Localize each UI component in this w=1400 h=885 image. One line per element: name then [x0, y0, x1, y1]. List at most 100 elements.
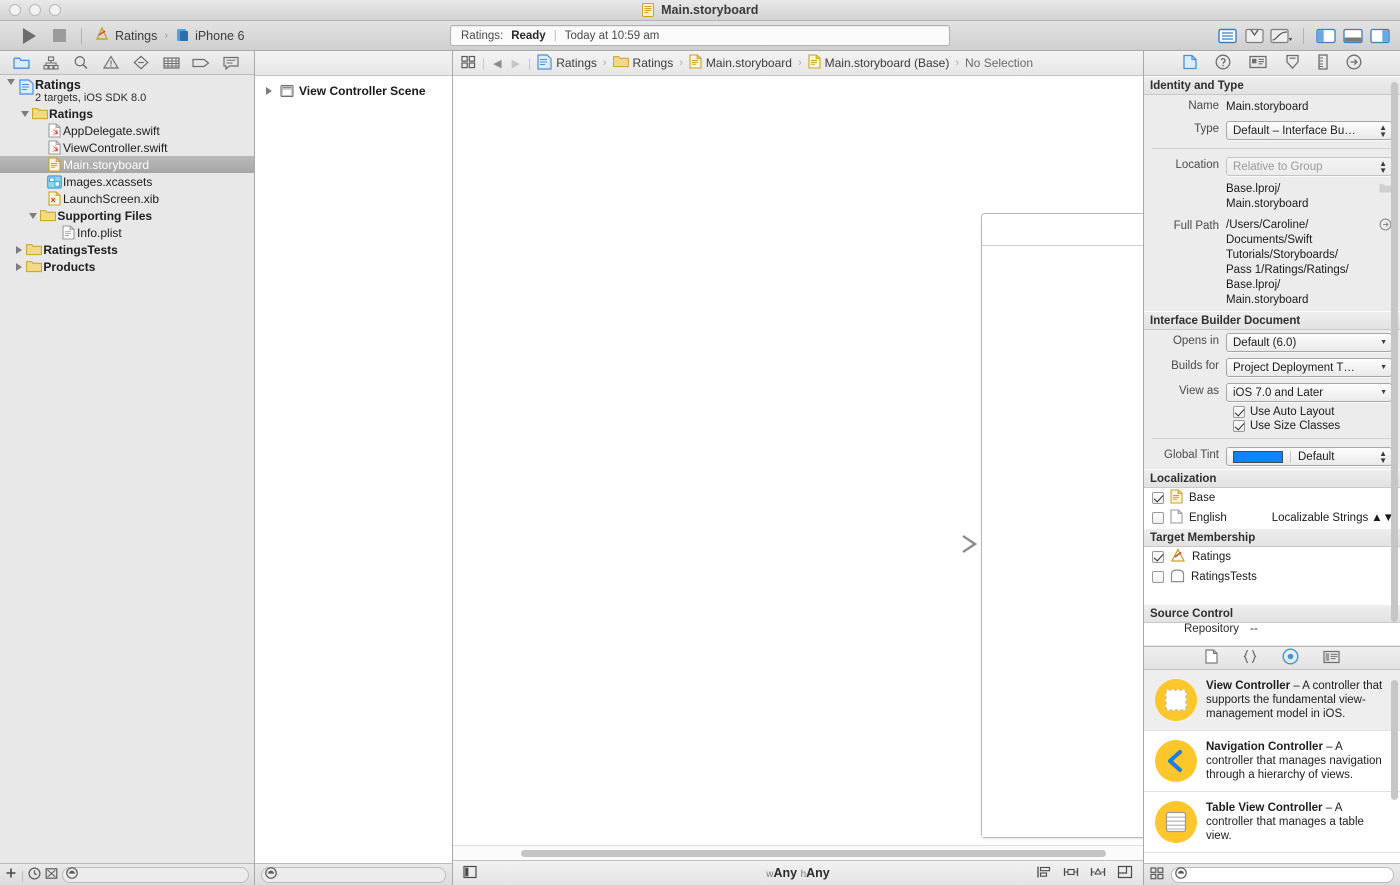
scene-view[interactable] — [982, 246, 1143, 837]
breadcrumb-item[interactable]: No Selection — [965, 56, 1033, 70]
breadcrumb-item[interactable]: Main.storyboard (Base) — [808, 54, 949, 72]
builds-for-popup[interactable]: Project Deployment T… ▼ — [1226, 358, 1392, 377]
file-inspector[interactable]: Identity and Type Name Main.storyboard T… — [1144, 76, 1400, 646]
breakpoint-navigator-tab[interactable] — [186, 52, 216, 74]
debug-navigator-tab[interactable] — [156, 52, 186, 74]
size-inspector-tab[interactable] — [1317, 53, 1328, 73]
chevron-down-icon[interactable] — [4, 79, 17, 85]
scheme-selector[interactable]: Ratings › iPhone 6 — [89, 24, 249, 47]
attributes-inspector-tab[interactable] — [1285, 54, 1300, 73]
section-header-ib-document[interactable]: Interface Builder Document — [1144, 311, 1400, 330]
back-button[interactable]: ◀ — [491, 57, 503, 70]
target-membership-row[interactable]: RatingsTests — [1144, 567, 1400, 587]
localization-type-popup[interactable]: Localizable Strings ▲▼ — [1272, 512, 1394, 524]
symbol-navigator-tab[interactable] — [36, 52, 66, 74]
section-header-identity-and-type[interactable]: Identity and Type — [1144, 76, 1400, 95]
localization-list[interactable]: Base English Localizable Strings ▲▼ — [1144, 488, 1400, 528]
forward-button[interactable]: ▶ — [510, 57, 522, 70]
file-template-library-tab[interactable] — [1204, 649, 1218, 667]
related-items-icon[interactable] — [461, 55, 476, 72]
target-membership-checkbox[interactable] — [1152, 571, 1164, 583]
storyboard-canvas[interactable]: View Controller — [453, 76, 1143, 845]
global-tint-swatch[interactable] — [1233, 450, 1283, 463]
target-membership-list[interactable]: Ratings RatingsTests — [1144, 547, 1400, 587]
object-library-list[interactable]: View Controller – A controller that supp… — [1144, 670, 1400, 863]
resizing-behavior-icon[interactable] — [1117, 865, 1133, 882]
global-tint-popup[interactable]: | Default ▲ ▼ — [1226, 447, 1392, 466]
source-control-filter-icon[interactable] — [45, 867, 58, 883]
library-item[interactable]: Navigation Controller – A controller tha… — [1144, 731, 1400, 792]
localization-checkbox[interactable] — [1152, 492, 1164, 504]
outline-row-view-controller-scene[interactable]: View Controller Scene — [255, 82, 452, 100]
chevron-right-icon[interactable] — [12, 262, 25, 271]
navigator-row[interactable]: ViewController.swift — [0, 139, 254, 156]
localization-row[interactable]: Base — [1144, 488, 1400, 508]
resolve-issues-icon[interactable] — [1090, 865, 1106, 882]
find-navigator-tab[interactable] — [66, 52, 96, 74]
breadcrumb-path[interactable]: Ratings › Ratings › Main.storyboard › Main.sto… — [537, 53, 1033, 73]
library-item[interactable]: View Controller – A controller that supp… — [1144, 670, 1400, 731]
chevron-down-icon[interactable] — [26, 212, 39, 219]
navigator-row[interactable]: Ratings — [0, 105, 254, 122]
navigator-row-selected[interactable]: Main.storyboard — [0, 156, 254, 173]
use-size-classes-checkbox[interactable] — [1233, 420, 1245, 432]
reveal-in-finder-icon[interactable] — [1378, 218, 1392, 231]
identity-inspector-tab[interactable] — [1248, 55, 1267, 72]
canvas-horizontal-scrollbar[interactable] — [453, 845, 1143, 860]
navigator-row[interactable]: AppDelegate.swift — [0, 122, 254, 139]
view-controller-scene[interactable]: View Controller — [981, 213, 1143, 838]
chevron-right-icon[interactable] — [12, 245, 25, 254]
navigator-row[interactable]: Supporting Files — [0, 207, 254, 224]
chevron-right-icon[interactable] — [262, 87, 275, 95]
localization-row[interactable]: English Localizable Strings ▲▼ — [1144, 508, 1400, 528]
library-view-toggle-icon[interactable] — [1150, 866, 1164, 883]
library-filter-input[interactable] — [1171, 866, 1394, 883]
navigator-row[interactable]: Info.plist — [0, 224, 254, 241]
breadcrumb-item[interactable]: Ratings — [537, 53, 597, 73]
opens-in-popup[interactable]: Default (6.0) ▼ — [1226, 333, 1392, 352]
target-membership-checkbox[interactable] — [1152, 551, 1164, 563]
navigator-row[interactable]: Products — [0, 258, 254, 275]
file-inspector-tab[interactable] — [1182, 54, 1197, 73]
object-library-tab[interactable] — [1281, 648, 1299, 668]
report-navigator-tab[interactable] — [216, 52, 246, 74]
section-header-localization[interactable]: Localization — [1144, 469, 1400, 488]
chevron-down-icon[interactable] — [18, 110, 31, 117]
assistant-editor-button[interactable] — [1242, 26, 1266, 46]
use-size-classes-row[interactable]: Use Size Classes — [1144, 419, 1400, 433]
library-scrollbar[interactable] — [1391, 680, 1398, 800]
section-header-source-control[interactable]: Source Control — [1144, 604, 1400, 623]
issue-navigator-tab[interactable] — [96, 52, 126, 74]
type-popup[interactable]: Default – Interface Bu… ▲ ▼ — [1226, 121, 1392, 140]
connections-inspector-tab[interactable] — [1346, 54, 1362, 73]
standard-editor-button[interactable] — [1215, 26, 1239, 46]
version-editor-button[interactable] — [1269, 26, 1293, 46]
folder-icon[interactable] — [1378, 182, 1392, 193]
align-icon[interactable] — [1036, 865, 1052, 882]
pin-icon[interactable] — [1063, 865, 1079, 882]
quick-help-inspector-tab[interactable] — [1215, 54, 1231, 73]
recent-files-filter-icon[interactable] — [28, 866, 41, 883]
navigator-row[interactable]: Ratings 2 targets, iOS SDK 8.0 — [0, 78, 254, 105]
navigator-row[interactable]: Images.xcassets — [0, 173, 254, 190]
use-auto-layout-checkbox[interactable] — [1233, 406, 1245, 418]
breadcrumb-item[interactable]: Ratings — [612, 55, 673, 71]
media-library-tab[interactable] — [1322, 650, 1340, 667]
navigator-filter-input[interactable] — [62, 866, 249, 883]
add-icon[interactable] — [5, 867, 17, 882]
outline-filter-input[interactable] — [261, 866, 446, 883]
view-as-popup[interactable]: iOS 7.0 and Later ▼ — [1226, 383, 1392, 402]
localization-checkbox[interactable] — [1152, 512, 1164, 524]
document-outline-list[interactable]: View Controller Scene — [255, 76, 452, 863]
use-auto-layout-row[interactable]: Use Auto Layout — [1144, 405, 1400, 419]
location-popup[interactable]: Relative to Group ▲ ▼ — [1226, 157, 1392, 176]
toggle-navigator-button[interactable] — [1314, 26, 1338, 46]
code-snippet-library-tab[interactable] — [1242, 649, 1258, 667]
stop-button[interactable] — [44, 23, 74, 49]
breadcrumb-item[interactable]: Main.storyboard — [689, 54, 792, 72]
toggle-debug-area-button[interactable] — [1341, 26, 1365, 46]
navigator-row[interactable]: LaunchScreen.xib — [0, 190, 254, 207]
library-item[interactable]: Table View Controller – A controller tha… — [1144, 792, 1400, 853]
target-membership-row[interactable]: Ratings — [1144, 547, 1400, 567]
inspector-scrollbar[interactable] — [1391, 82, 1398, 622]
